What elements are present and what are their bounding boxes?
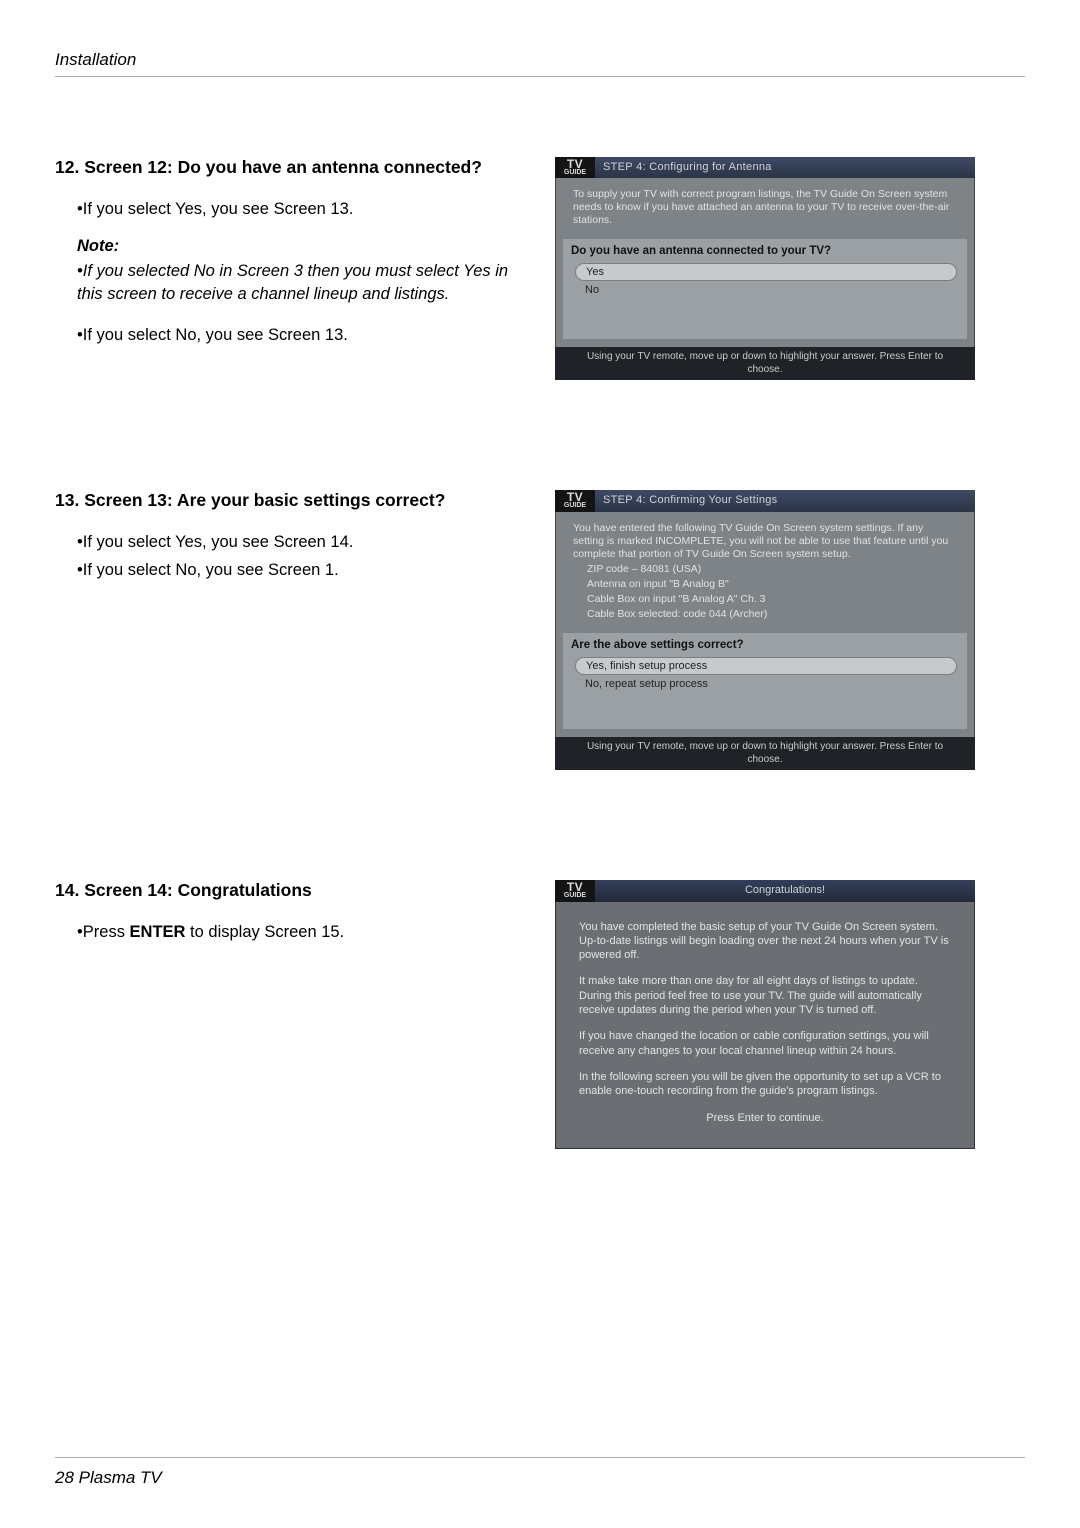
section-screen-12: 12. Screen 12: Do you have an antenna co… — [55, 157, 1025, 380]
screen-13-shot-zip: ZIP code – 84081 (USA) — [573, 563, 957, 576]
page-footer: 28 Plasma TV — [55, 1457, 1025, 1488]
screen-12-select-no: •If you select No, you see Screen 13. — [77, 324, 515, 347]
screen-14-shot-p3: If you have changed the location or cabl… — [579, 1029, 951, 1058]
screen-12-note: •If you selected No in Screen 3 then you… — [77, 260, 515, 306]
note-label: Note: — [77, 235, 515, 258]
screen-14-press-enter: •Press ENTER to display Screen 15. — [77, 921, 515, 944]
screen-13-select-no: •If you select No, you see Screen 1. — [77, 559, 515, 582]
tv-guide-logo-icon: TV GUIDE — [555, 490, 595, 511]
screen-12-screenshot: TV GUIDE STEP 4: Configuring for Antenna… — [555, 157, 975, 380]
screen-12-shot-question: Do you have an antenna connected to your… — [571, 245, 959, 257]
screen-13-shot-yes-option: Yes, finish setup process — [575, 657, 957, 675]
screen-12-title: 12. Screen 12: Do you have an antenna co… — [55, 157, 515, 178]
screen-13-select-yes: •If you select Yes, you see Screen 14. — [77, 531, 515, 554]
screen-14-screenshot: TV GUIDE Congratulations! You have compl… — [555, 880, 975, 1148]
screen-12-shot-yes-option: Yes — [575, 263, 957, 281]
screen-14-shot-p2: It make take more than one day for all e… — [579, 974, 951, 1017]
screen-14-shot-press-enter: Press Enter to continue. — [579, 1111, 951, 1125]
screen-14-text: 14. Screen 14: Congratulations •Press EN… — [55, 880, 515, 1148]
screen-13-shot-antenna: Antenna on input "B Analog B" — [573, 578, 957, 591]
screen-14-title: 14. Screen 14: Congratulations — [55, 880, 515, 901]
screen-13-text: 13. Screen 13: Are your basic settings c… — [55, 490, 515, 770]
screen-13-screenshot: TV GUIDE STEP 4: Confirming Your Setting… — [555, 490, 975, 770]
page-header: Installation — [55, 50, 1025, 77]
screen-14-shot-p4: In the following screen you will be give… — [579, 1070, 951, 1099]
screen-13-shot-no-option: No, repeat setup process — [585, 678, 945, 690]
screen-13-shot-intro: You have entered the following TV Guide … — [555, 512, 975, 632]
screen-13-title: 13. Screen 13: Are your basic settings c… — [55, 490, 515, 511]
screen-13-shot-footer: Using your TV remote, move up or down to… — [555, 737, 975, 770]
tv-guide-logo-icon: TV GUIDE — [555, 880, 595, 901]
screen-12-shot-titlebar: STEP 4: Configuring for Antenna — [595, 157, 975, 178]
header-section-label: Installation — [55, 50, 136, 69]
screen-13-shot-question: Are the above settings correct? — [571, 639, 959, 651]
screen-12-text: 12. Screen 12: Do you have an antenna co… — [55, 157, 515, 380]
page-number: 28 Plasma TV — [55, 1468, 162, 1487]
section-screen-14: 14. Screen 14: Congratulations •Press EN… — [55, 880, 1025, 1148]
screen-12-shot-no-option: No — [585, 284, 945, 296]
screen-12-shot-intro: To supply your TV with correct program l… — [555, 178, 975, 237]
screen-12-select-yes: •If you select Yes, you see Screen 13. — [77, 198, 515, 221]
section-screen-13: 13. Screen 13: Are your basic settings c… — [55, 490, 1025, 770]
screen-14-shot-titlebar: Congratulations! — [595, 880, 975, 901]
screen-14-shot-p1: You have completed the basic setup of yo… — [579, 920, 951, 963]
manual-page: Installation 12. Screen 12: Do you have … — [0, 0, 1080, 1528]
screen-13-shot-cablebox-code: Cable Box selected: code 044 (Archer) — [573, 608, 957, 621]
screen-12-shot-footer: Using your TV remote, move up or down to… — [555, 347, 975, 380]
tv-guide-logo-icon: TV GUIDE — [555, 157, 595, 178]
screen-13-shot-titlebar: STEP 4: Confirming Your Settings — [595, 490, 975, 511]
screen-13-shot-cablebox-input: Cable Box on input "B Analog A" Ch. 3 — [573, 593, 957, 606]
